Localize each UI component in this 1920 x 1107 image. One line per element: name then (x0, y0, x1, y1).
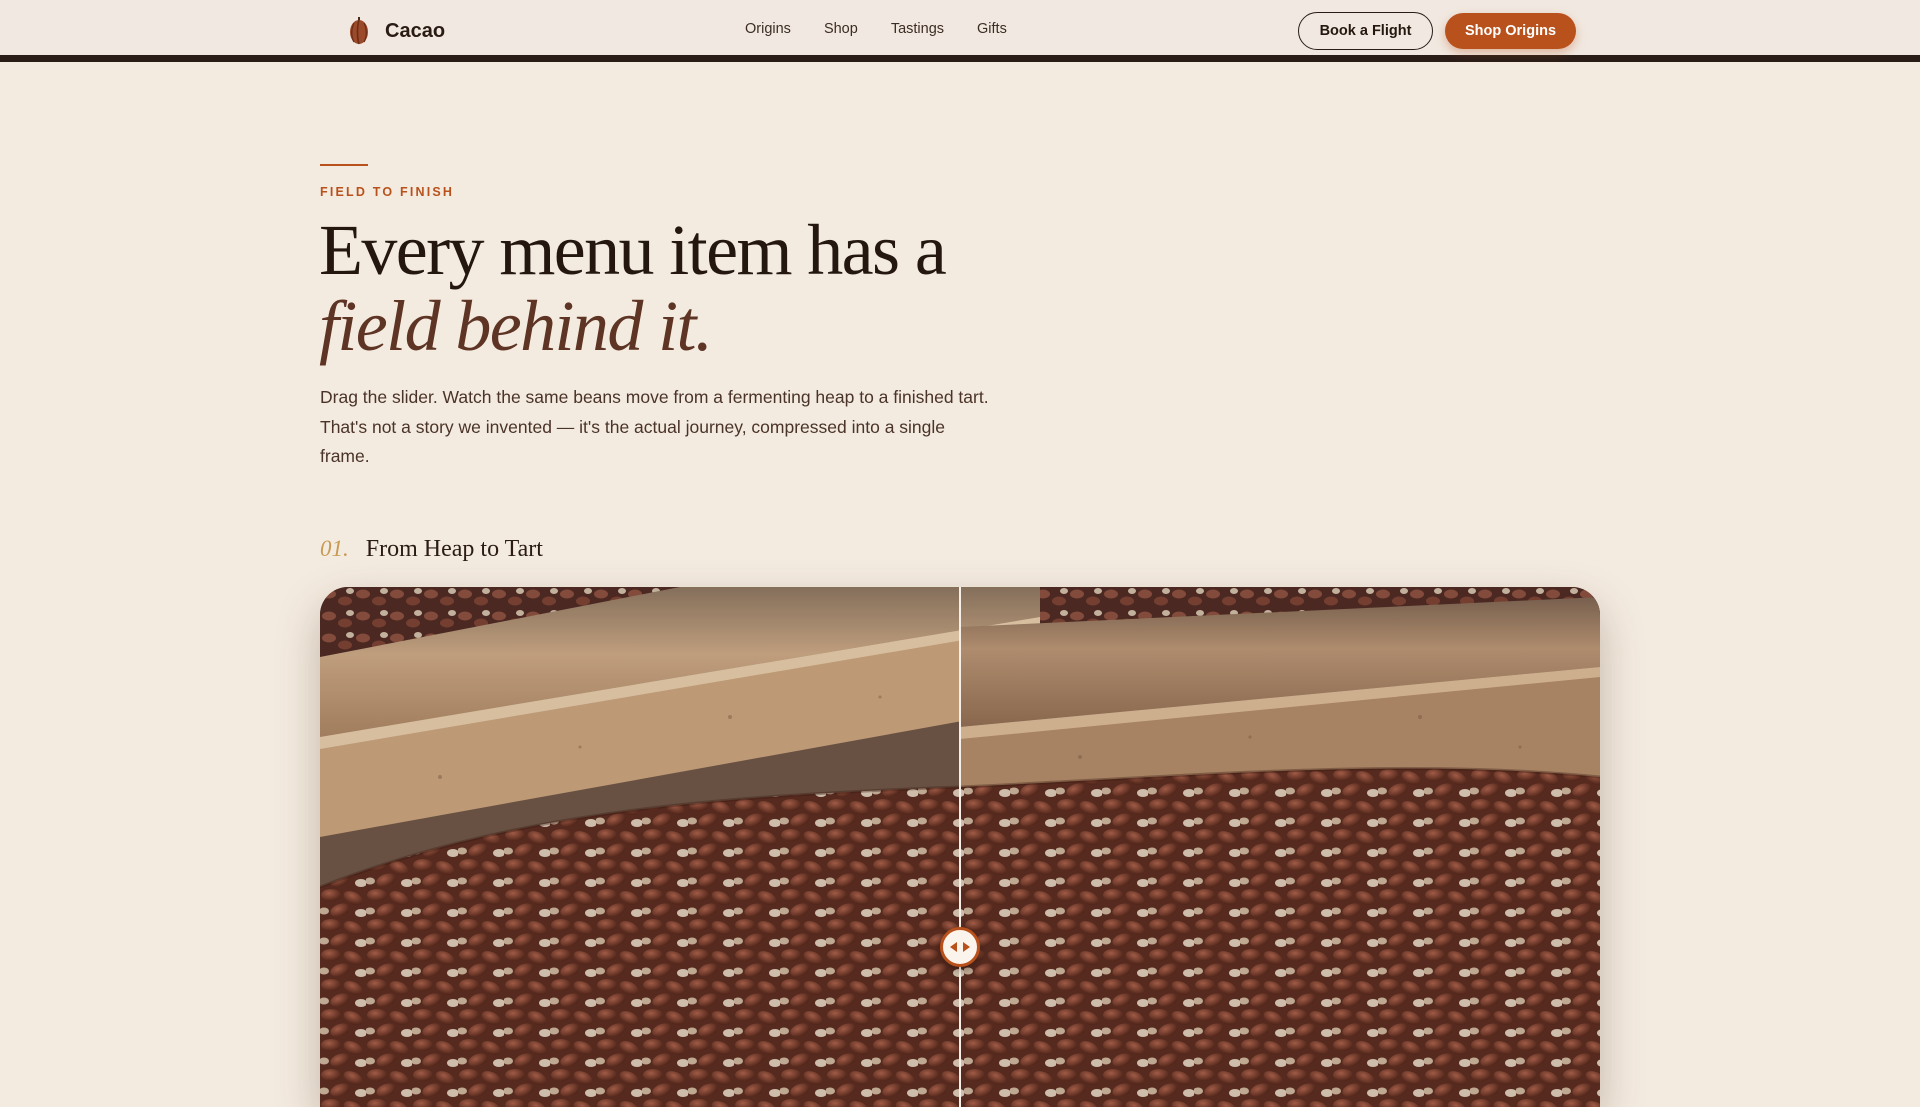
headline-line-2: field behind it. (319, 286, 713, 366)
before-after-slider[interactable] (320, 587, 1600, 1107)
page-title: Every menu item has a field behind it. (319, 210, 947, 366)
cacao-pod-icon (350, 17, 368, 45)
shop-origins-button[interactable]: Shop Origins (1445, 13, 1576, 49)
headline-line-1: Every menu item has a (319, 210, 947, 290)
brand[interactable]: Cacao (347, 16, 445, 46)
intro-paragraph: Drag the slider. Watch the same beans mo… (320, 387, 989, 466)
section-heading: 01. From Heap to Tart (320, 536, 543, 563)
slider-handle[interactable] (940, 927, 980, 967)
nav-gifts[interactable]: Gifts (977, 21, 1007, 37)
eyebrow: FIELD TO FINISH (320, 185, 455, 199)
section-number: 01. (320, 536, 349, 561)
left-right-arrows-icon (950, 942, 970, 952)
nav-origins[interactable]: Origins (745, 21, 791, 37)
brand-name: Cacao (385, 19, 446, 42)
nav-shop[interactable]: Shop (824, 21, 858, 37)
main-nav: Origins Shop Tastings Gifts (745, 21, 1007, 37)
top-navigation-bar: Cacao Origins Shop Tastings Gifts Book a… (0, 0, 1920, 62)
slider-divider (959, 587, 961, 1107)
section-title: From Heap to Tart (365, 536, 543, 562)
eyebrow-rule (320, 164, 368, 166)
book-flight-button[interactable]: Book a Flight (1298, 12, 1433, 50)
nav-tastings[interactable]: Tastings (891, 21, 944, 37)
